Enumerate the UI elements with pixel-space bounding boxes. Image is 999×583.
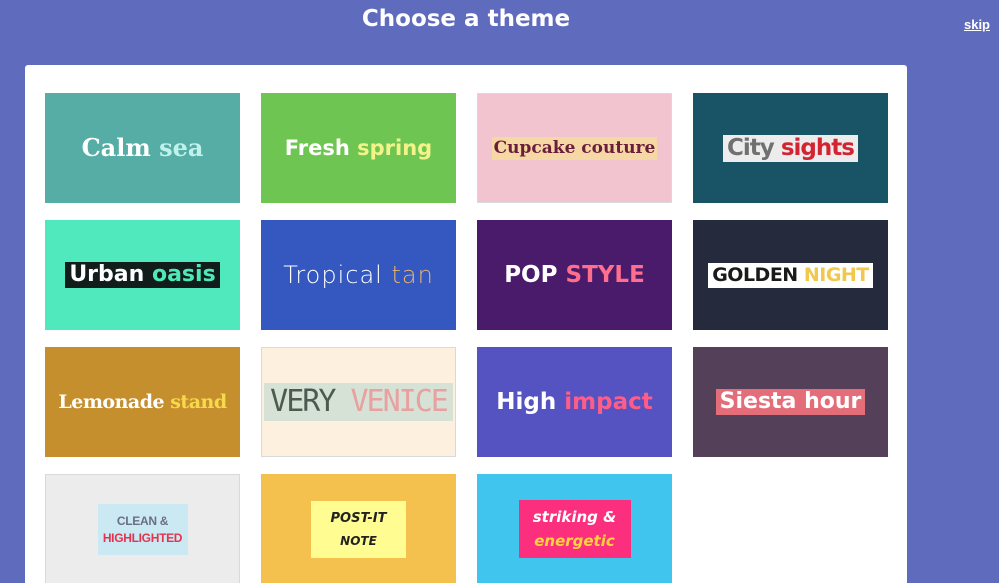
theme-label: VERY VENICE [264, 383, 453, 421]
theme-label-box: striking & energetic [518, 500, 631, 558]
theme-high-impact[interactable]: High impact [477, 347, 672, 457]
theme-label: Tropical tan [283, 261, 434, 289]
theme-city-sights[interactable]: City sights [693, 93, 888, 203]
theme-striking-energetic[interactable]: striking & energetic [477, 474, 672, 583]
theme-label: Lemonade stand [58, 390, 227, 413]
theme-label: Cupcake couture [491, 136, 658, 160]
theme-calm-sea[interactable]: Calm sea [45, 93, 240, 203]
theme-label-line1: striking & [532, 508, 617, 526]
theme-panel: Calm sea Fresh spring Cupcake couture Ci… [25, 65, 907, 583]
theme-pop-style[interactable]: POP STYLE [477, 220, 672, 330]
theme-golden-night[interactable]: GOLDEN NIGHT [693, 220, 888, 330]
theme-label: City sights [723, 134, 858, 162]
skip-link[interactable]: skip [964, 17, 990, 32]
theme-label-line1: CLEAN & [116, 513, 169, 528]
theme-lemonade-stand[interactable]: Lemonade stand [45, 347, 240, 457]
theme-label: POP STYLE [504, 261, 645, 288]
theme-label: Fresh spring [284, 135, 433, 160]
theme-grid: Calm sea Fresh spring Cupcake couture Ci… [45, 93, 888, 583]
theme-label-line1: POST-IT [330, 510, 387, 526]
theme-clean-highlighted[interactable]: CLEAN & HIGHLIGHTED [45, 474, 240, 583]
theme-siesta-hour[interactable]: Siesta hour [693, 347, 888, 457]
theme-label-line2: energetic [534, 532, 615, 550]
theme-label-line2: HIGHLIGHTED [102, 530, 183, 545]
theme-cupcake-couture[interactable]: Cupcake couture [477, 93, 672, 203]
theme-label-box: POST-IT NOTE [311, 500, 406, 558]
theme-label: Siesta hour [715, 389, 866, 415]
theme-label: Urban oasis [65, 262, 220, 288]
theme-label: Calm sea [81, 133, 204, 162]
theme-very-venice[interactable]: VERY VENICE [261, 347, 456, 457]
theme-post-it-note[interactable]: POST-IT NOTE [261, 474, 456, 583]
theme-label: GOLDEN NIGHT [708, 262, 873, 288]
theme-tropical-tan[interactable]: Tropical tan [261, 220, 456, 330]
theme-fresh-spring[interactable]: Fresh spring [261, 93, 456, 203]
theme-label: High impact [496, 388, 653, 415]
page-title: Choose a theme [361, 6, 571, 32]
theme-label-box: CLEAN & HIGHLIGHTED [97, 503, 188, 555]
theme-label-line2: NOTE [340, 533, 377, 548]
theme-urban-oasis[interactable]: Urban oasis [45, 220, 240, 330]
